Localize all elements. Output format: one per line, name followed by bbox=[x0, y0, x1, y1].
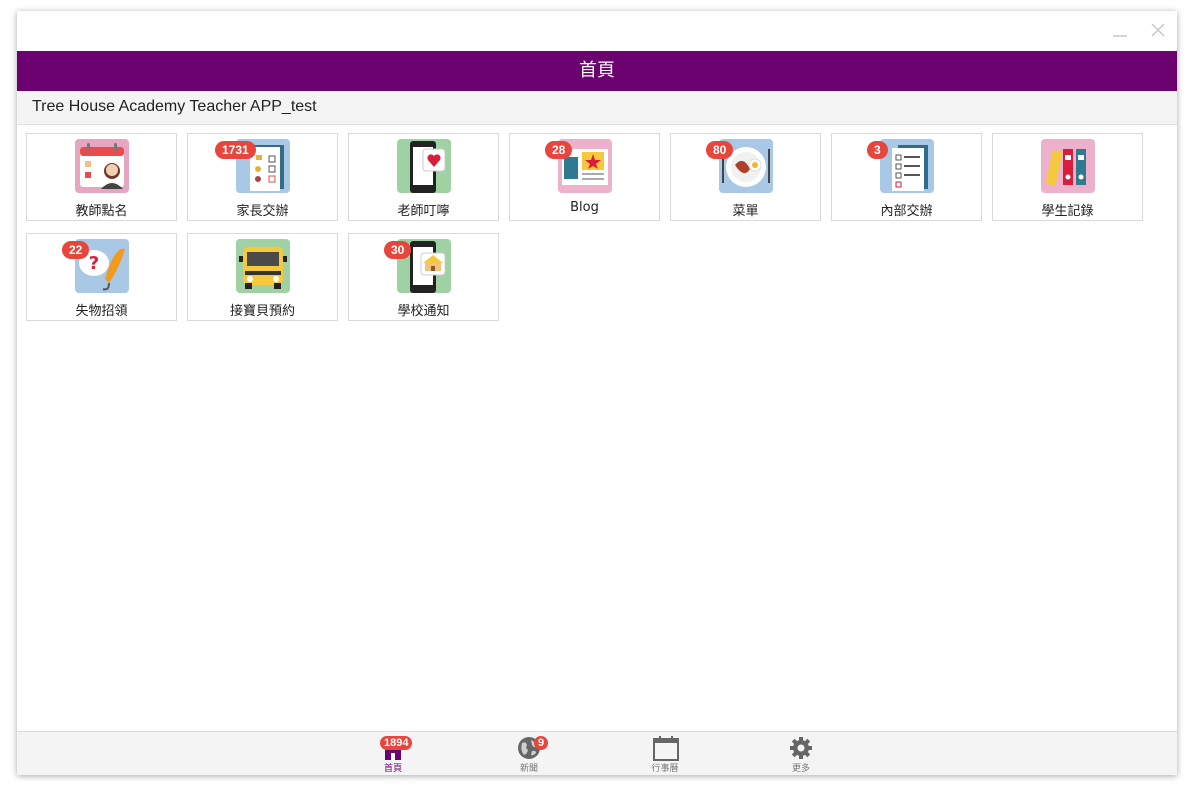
school-name: Tree House Academy Teacher APP_test bbox=[32, 98, 317, 115]
tab-label: 行事曆 bbox=[651, 764, 679, 774]
tab-more[interactable]: 更多 bbox=[766, 732, 836, 775]
tile-badge: 1731 bbox=[215, 141, 256, 159]
tile-label: 失物招領 bbox=[75, 304, 128, 319]
school-bus-icon bbox=[236, 239, 290, 293]
tile-badge: 80 bbox=[706, 141, 734, 159]
tile-label: 菜單 bbox=[732, 204, 759, 219]
tile-student-records[interactable]: 學生記錄 bbox=[992, 133, 1143, 221]
tile-label: 教師點名 bbox=[75, 204, 128, 219]
minimize-icon[interactable] bbox=[1109, 19, 1131, 41]
internal-tasks-icon bbox=[880, 139, 934, 193]
tile-label: Blog bbox=[570, 200, 599, 215]
school-name-bar: Tree House Academy Teacher APP_test bbox=[17, 91, 1177, 125]
tab-badge: 9 bbox=[534, 736, 549, 750]
tile-internal-tasks[interactable]: 3 內部交辦 bbox=[831, 133, 982, 221]
tile-badge: 28 bbox=[545, 141, 573, 159]
tile-label: 內部交辦 bbox=[880, 204, 933, 219]
bottom-navigation: 1894 首頁 9 新聞 行事曆 更多 bbox=[17, 731, 1177, 775]
close-icon[interactable] bbox=[1147, 19, 1169, 41]
tab-home[interactable]: 1894 首頁 bbox=[358, 732, 428, 775]
tab-news[interactable]: 9 新聞 bbox=[494, 732, 564, 775]
teacher-reminder-icon bbox=[397, 139, 451, 193]
tile-label: 學生記錄 bbox=[1041, 204, 1094, 219]
tile-teacher-attendance[interactable]: 教師點名 bbox=[26, 133, 177, 221]
tile-label: 接寶貝預約 bbox=[229, 304, 295, 319]
tile-label: 學校通知 bbox=[397, 304, 450, 319]
page-title: 首頁 bbox=[579, 60, 615, 81]
tile-badge: 30 bbox=[384, 241, 412, 259]
app-window: 首頁 Tree House Academy Teacher APP_test 教… bbox=[17, 11, 1177, 775]
tab-calendar[interactable]: 行事曆 bbox=[630, 732, 700, 775]
tab-label: 新聞 bbox=[519, 764, 538, 774]
app-header: 首頁 bbox=[17, 51, 1177, 91]
calendar-icon bbox=[653, 736, 679, 761]
window-titlebar bbox=[17, 11, 1177, 51]
tile-blog[interactable]: 28 Blog bbox=[509, 133, 660, 221]
tab-badge: 1894 bbox=[380, 736, 413, 750]
tile-school-notice[interactable]: 30 學校通知 bbox=[348, 233, 499, 321]
teacher-attendance-icon bbox=[75, 139, 129, 193]
tile-pickup-booking[interactable]: 接寶貝預約 bbox=[187, 233, 338, 321]
student-records-icon bbox=[1041, 139, 1095, 193]
tab-label: 更多 bbox=[791, 764, 810, 774]
tile-teacher-reminder[interactable]: 老師叮嚀 bbox=[348, 133, 499, 221]
tile-label: 家長交辦 bbox=[236, 204, 289, 219]
tile-badge: 3 bbox=[867, 141, 888, 159]
gear-icon bbox=[790, 737, 812, 759]
tab-label: 首頁 bbox=[383, 764, 402, 774]
tile-parent-tasks[interactable]: 1731 家長交辦 bbox=[187, 133, 338, 221]
tile-label: 老師叮嚀 bbox=[397, 204, 450, 219]
tile-food-menu[interactable]: 80 菜單 bbox=[670, 133, 821, 221]
svg-text:?: ? bbox=[89, 253, 99, 274]
tile-lost-and-found[interactable]: ? 22 失物招領 bbox=[26, 233, 177, 321]
tile-badge: 22 bbox=[62, 241, 90, 259]
